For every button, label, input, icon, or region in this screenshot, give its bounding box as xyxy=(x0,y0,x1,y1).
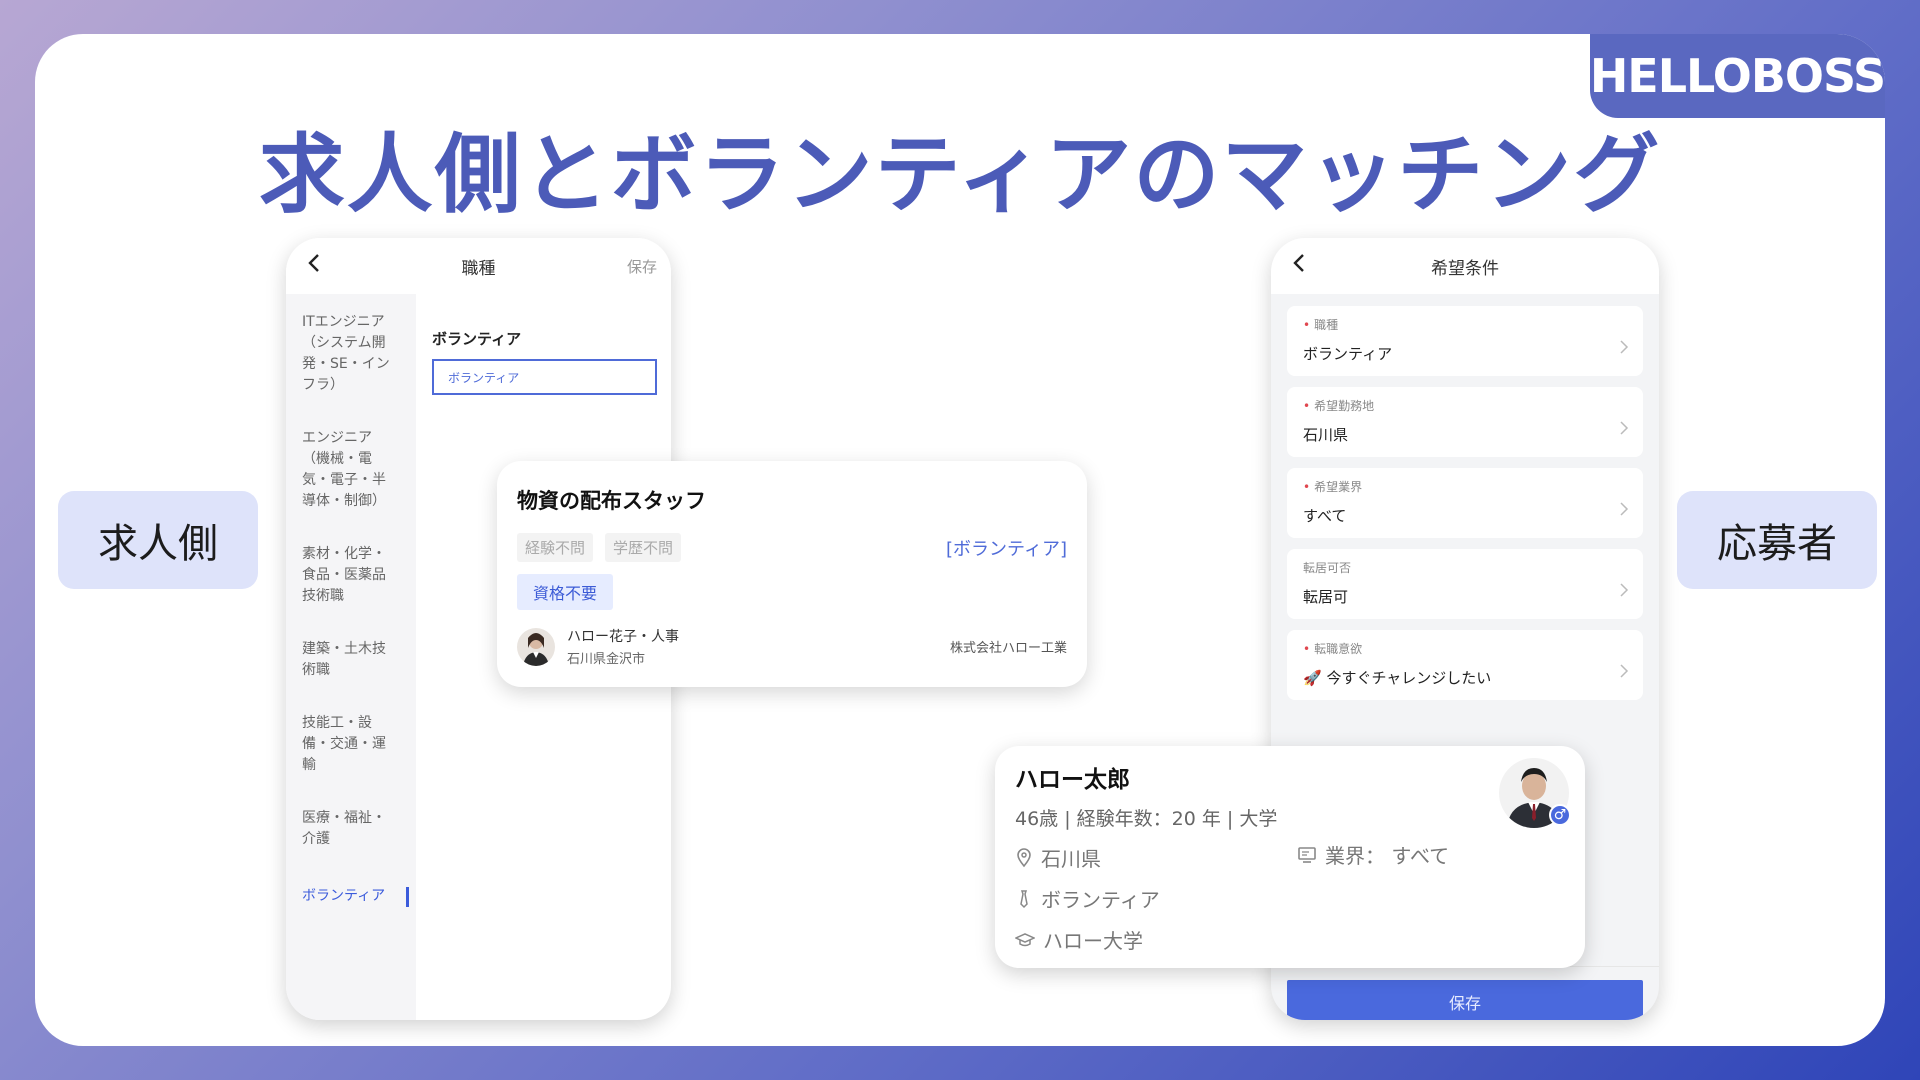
requirement-tag: 学歴不問 xyxy=(605,533,682,562)
location-text: 石川県 xyxy=(1041,847,1101,871)
slide: HELLOBOSS 求人側とボランティアのマッチング 求人側 応募者 職種 保存… xyxy=(35,34,1885,1046)
chevron-right-icon xyxy=(1620,340,1629,354)
applicant-location: 石川県 xyxy=(1015,843,1565,872)
requirement-tag: 経験不問 xyxy=(517,533,594,562)
required-mark: • xyxy=(1303,399,1311,413)
screen-title: 職種 xyxy=(461,258,496,279)
row-label: 転居可否 xyxy=(1303,561,1352,575)
required-mark: • xyxy=(1303,318,1311,332)
save-button[interactable]: 保存 xyxy=(627,256,657,277)
row-value: ボランティア xyxy=(1303,345,1393,363)
industry-text: 業界： すべて xyxy=(1325,844,1450,868)
job-posting-card[interactable]: 物資の配布スタッフ 経験不問 学歴不問 [ボランティア] 資格不要 ハロー花子・… xyxy=(497,461,1087,687)
page-title: 求人側とボランティアのマッチング xyxy=(258,125,1662,225)
recruiter-name: ハロー花子・人事 xyxy=(567,629,679,645)
active-indicator xyxy=(406,887,409,907)
tag-row: 経験不問 学歴不問 [ボランティア] xyxy=(517,533,1067,562)
chevron-right-icon xyxy=(1620,421,1629,435)
tie-icon xyxy=(1020,889,1028,908)
back-arrow-icon[interactable] xyxy=(304,252,326,274)
graduation-cap-icon xyxy=(1015,932,1035,946)
screen-header: 職種 保存 xyxy=(286,238,671,294)
applicant-meta: 46歳 | 経験年数：20 年 | 大学 xyxy=(1015,808,1278,830)
row-label: 希望業界 xyxy=(1314,480,1363,494)
preference-row-location[interactable]: • 希望勤務地 石川県 xyxy=(1287,387,1643,457)
back-arrow-icon[interactable] xyxy=(1289,252,1311,274)
chevron-right-icon xyxy=(1620,583,1629,597)
chevron-right-icon xyxy=(1620,664,1629,678)
category-item[interactable]: 素材・化学・食品・医薬品技術職 xyxy=(302,544,397,607)
category-sidebar: ITエンジニア（システム開発・SE・インフラ） エンジニア（機械・電気・電子・半… xyxy=(286,294,416,1020)
recruiter-side-label: 求人側 xyxy=(58,491,258,589)
screen-title: 希望条件 xyxy=(1431,258,1499,279)
applicant-job: ボランティア xyxy=(1015,884,1565,913)
category-item-active[interactable]: ボランティア xyxy=(302,886,397,907)
row-label: 職種 xyxy=(1314,318,1339,332)
monitor-icon xyxy=(1298,846,1316,863)
save-button[interactable]: 保存 xyxy=(1287,980,1643,1020)
highlight-tag: 資格不要 xyxy=(517,574,614,610)
category-item[interactable]: エンジニア（機械・電気・電子・半導体・制御） xyxy=(302,428,397,512)
location-pin-icon xyxy=(1017,847,1031,867)
section-title: ボランティア xyxy=(432,330,522,348)
screen-header: 希望条件 xyxy=(1271,238,1659,294)
category-item[interactable]: ITエンジニア（システム開発・SE・インフラ） xyxy=(302,312,397,396)
row-value: 石川県 xyxy=(1303,426,1349,444)
required-mark: • xyxy=(1303,480,1311,494)
applicant-school: ハロー大学 xyxy=(1015,925,1565,954)
job-text: ボランティア xyxy=(1041,888,1160,912)
row-value: 転居可 xyxy=(1303,588,1349,606)
selected-job-chip[interactable]: ボランティア xyxy=(432,359,657,395)
job-title: 物資の配布スタッフ xyxy=(517,489,706,513)
preference-list: • 職種 ボランティア • 希望勤務地 石川県 • 希望業界 すべて 転居可否 転居可… xyxy=(1271,294,1659,723)
job-category: [ボランティア] xyxy=(946,538,1067,560)
company-name: 株式会社ハロー工業 xyxy=(949,641,1067,656)
preference-row-motivation[interactable]: • 転職意欲 🚀 今すぐチャレンジしたい xyxy=(1287,630,1643,700)
preference-row-job-type[interactable]: • 職種 ボランティア xyxy=(1287,306,1643,376)
category-item[interactable]: 技能工・設備・交通・運輸 xyxy=(302,713,397,776)
preference-row-relocation[interactable]: 転居可否 転居可 xyxy=(1287,549,1643,619)
category-item[interactable]: 建築・土木技術職 xyxy=(302,639,397,681)
preference-row-industry[interactable]: • 希望業界 すべて xyxy=(1287,468,1643,538)
row-label: 転職意欲 xyxy=(1314,642,1363,656)
row-label: 希望勤務地 xyxy=(1314,399,1375,413)
applicant-card[interactable]: ハロー太郎 46歳 | 経験年数：20 年 | 大学 石川県 業界： すべて ボ… xyxy=(995,746,1585,968)
row-value: 🚀 今すぐチャレンジしたい xyxy=(1303,669,1492,687)
recruiter-info: ハロー花子・人事 石川県金沢市 株式会社ハロー工業 xyxy=(517,626,1067,667)
category-item[interactable]: 医療・福祉・介護 xyxy=(302,808,397,850)
recruiter-location: 石川県金沢市 xyxy=(567,652,646,667)
required-mark: • xyxy=(1303,642,1311,656)
avatar xyxy=(517,627,555,666)
row-value: すべて xyxy=(1303,507,1347,525)
school-text: ハロー大学 xyxy=(1043,929,1143,953)
chevron-right-icon xyxy=(1620,502,1629,516)
applicant-industry: 業界： すべて xyxy=(1297,840,1449,869)
male-gender-icon: ♂ xyxy=(1549,804,1571,826)
applicant-name: ハロー太郎 xyxy=(1015,767,1130,793)
applicant-side-label: 応募者 xyxy=(1677,491,1877,589)
